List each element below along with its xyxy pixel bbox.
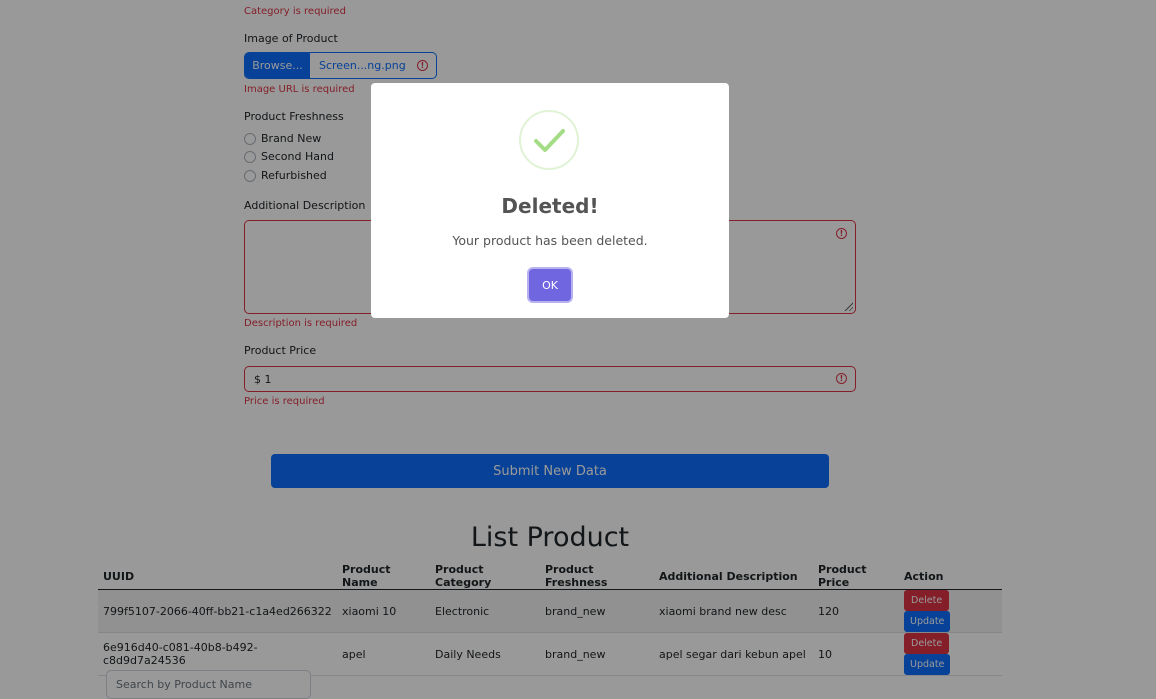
success-dialog: Deleted! Your product has been deleted. …	[371, 83, 729, 318]
ok-button[interactable]: OK	[529, 269, 571, 301]
success-check-icon	[519, 110, 579, 170]
dialog-title: Deleted!	[501, 194, 599, 218]
dialog-message: Your product has been deleted.	[452, 233, 648, 248]
